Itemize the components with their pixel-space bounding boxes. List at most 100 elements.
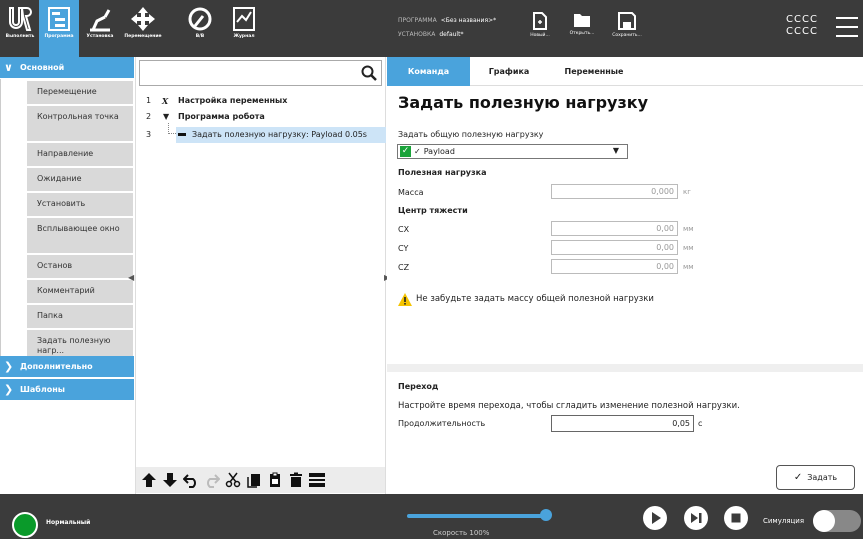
move-arrows-icon [131, 7, 155, 31]
nav-run-button[interactable]: Выполнить [2, 0, 38, 57]
nav-io-button[interactable]: В/В [181, 0, 219, 57]
cy-label: CY [398, 244, 409, 253]
check-icon: ✓ [793, 472, 803, 483]
program-name: <Без названия>* [440, 17, 497, 24]
open-program-label: Открыть... [569, 31, 595, 36]
duration-field[interactable]: 0,05 [551, 415, 694, 432]
step-button[interactable] [684, 506, 708, 530]
save-disk-icon [618, 12, 636, 30]
payload-node-icon [178, 133, 186, 136]
cy-field[interactable]: 0,00 [551, 240, 678, 255]
cy-unit: мм [683, 244, 694, 252]
toolbox-item-waypoint[interactable]: Контрольная точка [27, 106, 133, 141]
simulation-toggle[interactable] [813, 510, 861, 532]
nav-installation-label: Установка [86, 34, 114, 39]
toolbox-items: Перемещение Контрольная точка Направлени… [0, 79, 134, 361]
toolbox-item-move[interactable]: Перемещение [27, 81, 133, 104]
suppress-button[interactable] [308, 471, 326, 489]
hamburger-menu-icon[interactable] [836, 17, 858, 44]
tree-node-set-payload[interactable]: Задать полезную нагрузку: Payload 0.05s [192, 129, 367, 141]
nav-program-button[interactable]: Программа [39, 0, 79, 57]
tree-line-number: 1 [146, 96, 152, 105]
cx-field[interactable]: 0,00 [551, 221, 678, 236]
category-basic[interactable]: ∨ Основной [0, 57, 134, 79]
mass-unit: кг [683, 188, 691, 196]
suppress-lines-icon [309, 473, 325, 487]
robot-status-text: Нормальный [46, 519, 91, 526]
expand-triangle-icon[interactable]: ▼ [163, 111, 169, 123]
copy-button[interactable] [245, 471, 263, 489]
undo-button[interactable] [182, 471, 200, 489]
chevron-down-icon: ∨ [4, 61, 13, 74]
category-basic-label: Основной [20, 63, 65, 72]
toolbox-item-folder[interactable]: Папка [27, 305, 133, 328]
chevron-right-icon: ❯ [4, 360, 14, 373]
page-title: Задать полезную нагрузку [398, 93, 649, 112]
warning-icon [398, 293, 412, 306]
transition-description: Настройте время перехода, чтобы сгладить… [398, 401, 740, 411]
robot-arm-icon [90, 9, 111, 32]
paste-button[interactable] [266, 471, 284, 489]
payload-dropdown-value: Payload [423, 147, 455, 156]
toolbox-item-direction[interactable]: Направление [27, 143, 133, 166]
clipboard-icon [270, 472, 280, 487]
category-templates[interactable]: ❯ Шаблоны [0, 379, 134, 401]
search-icon[interactable] [361, 65, 377, 81]
nav-run-label: Выполнить [5, 34, 35, 39]
tab-variables[interactable]: Переменные [549, 57, 639, 86]
tree-node-variables-setup[interactable]: Настройка переменных [178, 95, 287, 107]
delete-button[interactable] [287, 471, 305, 489]
folder-icon [574, 14, 590, 27]
set-button-label: Задать [807, 473, 838, 482]
toolbox-panel: ∨ Основной Перемещение Контрольная точка… [0, 57, 134, 494]
speed-slider-knob[interactable] [540, 509, 552, 521]
nav-log-button[interactable]: Журнал [225, 0, 263, 57]
speed-slider-track[interactable] [407, 514, 547, 518]
save-program-button[interactable]: Сохранить... [607, 12, 647, 38]
stop-button[interactable] [724, 506, 748, 530]
move-up-button[interactable] [140, 471, 158, 489]
toolbox-item-set[interactable]: Установить [27, 193, 133, 216]
tree-node-robot-program[interactable]: Программа робота [178, 111, 265, 123]
nav-installation-button[interactable]: Установка [81, 0, 119, 57]
cz-label: CZ [398, 263, 410, 272]
cx-unit: мм [683, 225, 694, 233]
nav-move-button[interactable]: Перемещение [121, 0, 165, 57]
play-button[interactable] [643, 506, 667, 530]
toolbox-item-comment[interactable]: Комментарий [27, 280, 133, 303]
stop-icon [731, 513, 741, 523]
new-program-button[interactable]: Новый... [520, 12, 560, 38]
cut-button[interactable] [224, 471, 242, 489]
cz-field[interactable]: 0,00 [551, 259, 678, 274]
panel-tabs: Команда Графика Переменные [387, 57, 863, 86]
robot-status-light[interactable] [12, 512, 38, 538]
arrow-down-icon [163, 473, 177, 487]
search-input[interactable] [139, 60, 382, 86]
toolbox-item-popup[interactable]: Всплывающее окно [27, 218, 133, 253]
new-file-icon [533, 12, 547, 30]
toolbox-item-halt[interactable]: Останов [27, 255, 133, 278]
payload-header: Полезная нагрузка [398, 168, 487, 177]
nav-program-label: Программа [44, 34, 74, 39]
toolbox-item-wait[interactable]: Ожидание [27, 168, 133, 191]
category-advanced[interactable]: ❯ Дополнительно [0, 356, 134, 378]
chevron-right-icon: ❯ [4, 383, 14, 396]
tab-command[interactable]: Команда [387, 57, 470, 86]
mass-field[interactable]: 0,000 [551, 184, 678, 199]
top-bar: Выполнить Программа Установка Перемещени… [0, 0, 863, 57]
log-chart-icon [233, 7, 255, 31]
open-program-button[interactable]: Открыть... [562, 12, 602, 36]
play-icon [652, 512, 661, 524]
duration-label: Продолжительность [398, 419, 486, 428]
green-check-icon: ✓ [400, 146, 411, 157]
set-button[interactable]: ✓ Задать [776, 465, 855, 490]
new-program-label: Новый... [530, 33, 550, 38]
nav-move-label: Перемещение [124, 34, 162, 39]
move-down-button[interactable] [161, 471, 179, 489]
category-advanced-label: Дополнительно [20, 362, 93, 371]
nav-log-label: Журнал [233, 34, 255, 39]
tab-graphics[interactable]: Графика [473, 57, 545, 86]
undo-icon [183, 474, 196, 488]
redo-button[interactable] [203, 471, 221, 489]
payload-dropdown[interactable]: ✓ ✓ Payload ▼ [397, 144, 628, 159]
